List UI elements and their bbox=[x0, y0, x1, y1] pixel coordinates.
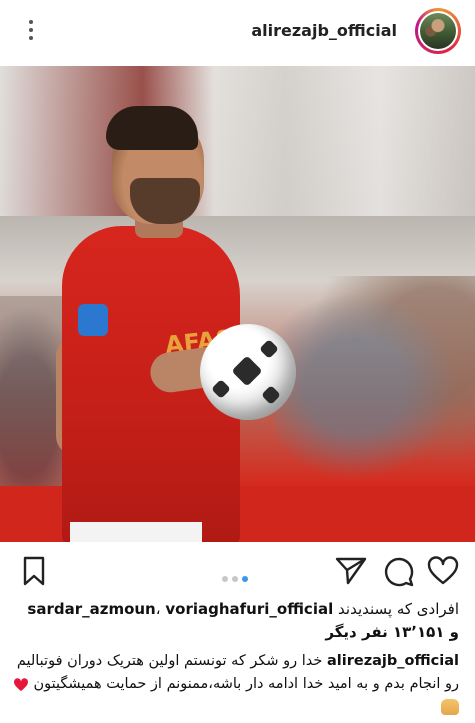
likes-summary[interactable]: افرادی که پسندیدند sardar_azmoun، voriag… bbox=[9, 598, 459, 644]
caption-area: افرادی که پسندیدند sardar_azmoun، voriag… bbox=[0, 598, 475, 723]
player-hair bbox=[106, 106, 198, 150]
author-avatar[interactable] bbox=[415, 8, 461, 54]
post-author-username[interactable]: alirezajb_official bbox=[251, 21, 397, 40]
avatar-ring-gap bbox=[418, 11, 458, 51]
share-icon[interactable] bbox=[335, 556, 367, 590]
player-beard bbox=[130, 178, 200, 224]
stadium-background bbox=[0, 66, 475, 216]
likes-prefix: افرادی که پسندیدند bbox=[338, 600, 459, 618]
carousel-dot bbox=[222, 576, 228, 582]
liker-username[interactable]: sardar_azmoun bbox=[27, 600, 155, 618]
post-header: alirezajb_official bbox=[0, 0, 475, 66]
comment-icon[interactable] bbox=[383, 556, 415, 592]
post-caption: alirezajb_official خدا رو شکر که تونستم … bbox=[9, 650, 459, 719]
bookmark-icon[interactable] bbox=[22, 556, 46, 590]
player-shorts bbox=[70, 522, 202, 542]
carousel-dot-active bbox=[242, 576, 248, 582]
liker-username[interactable]: voriaghafuri_official bbox=[165, 600, 333, 618]
carousel-indicator bbox=[222, 567, 252, 582]
likes-separator: ، bbox=[155, 600, 161, 618]
heart-icon[interactable] bbox=[427, 556, 459, 590]
crowd-background bbox=[275, 276, 475, 496]
post-photo[interactable]: AFAS bbox=[0, 66, 475, 542]
carousel-dot bbox=[232, 576, 238, 582]
league-badge bbox=[78, 304, 108, 336]
match-ball bbox=[200, 324, 296, 420]
likes-count[interactable]: و ۱۳٬۱۵۱ نفر دیگر bbox=[325, 623, 459, 641]
praying-hands-icon bbox=[441, 699, 459, 715]
red-heart-icon bbox=[13, 677, 29, 691]
more-options-icon[interactable] bbox=[26, 20, 36, 44]
post-action-bar bbox=[0, 546, 475, 598]
caption-author[interactable]: alirezajb_official bbox=[327, 653, 459, 669]
avatar-photo bbox=[420, 13, 456, 49]
